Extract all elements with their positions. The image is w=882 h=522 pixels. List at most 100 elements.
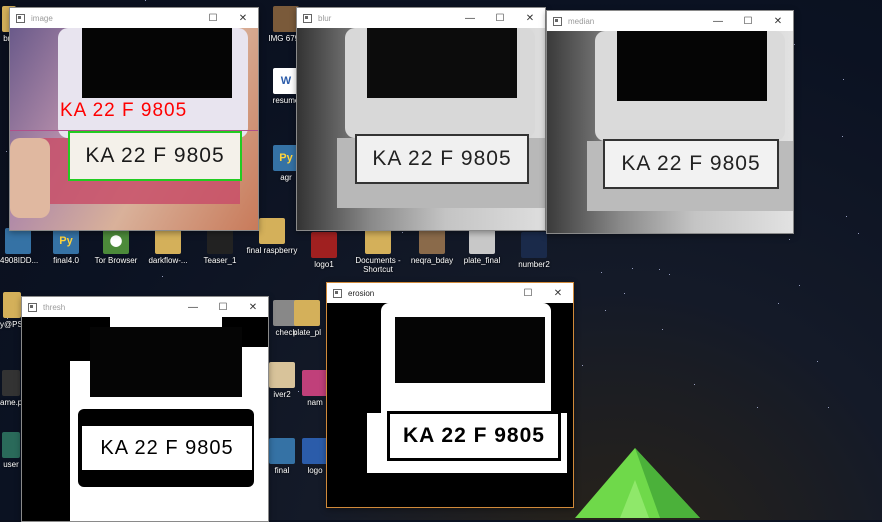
window-median[interactable]: median — ☐ ✕ KA 22 F 9805 <box>546 10 794 234</box>
desktop-icon-user[interactable]: user <box>0 432 22 469</box>
desktop-icon-neqra[interactable]: neqra_bday <box>404 228 460 265</box>
image-file-icon <box>469 228 495 254</box>
monitor-screen <box>617 31 767 101</box>
window-title: image <box>31 13 53 23</box>
close-button[interactable]: ✕ <box>543 283 573 303</box>
image-canvas: KA 22 F 9805 KA 22 F 9805 <box>10 28 258 230</box>
desktop-icon-documents[interactable]: Documents - Shortcut <box>350 228 406 274</box>
star <box>817 361 819 363</box>
window-erosion[interactable]: erosion ☐ ✕ KA 22 F 9805 <box>326 282 574 508</box>
desktop-icon-tor[interactable]: ⬤ Tor Browser <box>88 228 144 265</box>
plate-with-box: KA 22 F 9805 <box>68 131 242 181</box>
plate-eroded: KA 22 F 9805 <box>387 411 561 461</box>
maximize-button[interactable]: ☐ <box>208 297 238 317</box>
window-image-titlebar[interactable]: image ☐ ✕ <box>10 8 258 28</box>
folder-icon <box>3 292 21 318</box>
desktop-icon-plate-final[interactable]: plate_final <box>454 228 510 265</box>
python-file-icon <box>269 438 295 464</box>
desktop-icon-final40[interactable]: Py final4.0 <box>38 228 94 265</box>
window-thresh-titlebar[interactable]: thresh — ☐ ✕ <box>22 297 268 317</box>
desktop-icon-plate[interactable]: plate_pl <box>282 300 332 337</box>
app-icon <box>2 370 20 396</box>
desktop-icon-teaser[interactable]: Teaser_1 <box>192 228 248 265</box>
close-button[interactable]: ✕ <box>238 297 268 317</box>
maximize-button[interactable]: ☐ <box>733 11 763 31</box>
star <box>846 216 848 218</box>
maximize-button[interactable]: ☐ <box>513 283 543 303</box>
image-file-icon <box>302 370 328 396</box>
window-blur[interactable]: blur — ☐ ✕ KA 22 F 9805 <box>296 7 546 231</box>
maximize-button[interactable]: ☐ <box>485 8 515 28</box>
window-app-icon <box>303 13 312 23</box>
folder-icon <box>294 300 320 326</box>
star <box>842 136 844 138</box>
folder-shortcut-icon <box>365 228 391 254</box>
window-app-icon <box>16 13 25 23</box>
maximize-button[interactable]: ☐ <box>198 8 228 28</box>
star <box>632 268 634 270</box>
monitor-screen <box>395 317 545 383</box>
monitor-screen <box>367 28 517 98</box>
user-icon <box>2 432 20 458</box>
window-image[interactable]: image ☐ ✕ KA 22 F 9805 KA 22 F 9805 <box>9 7 259 231</box>
star <box>778 303 780 305</box>
window-thresh[interactable]: thresh — ☐ ✕ KA 22 F 9805 <box>21 296 269 522</box>
blur-canvas: KA 22 F 9805 <box>297 28 545 230</box>
image-file-icon <box>521 232 547 258</box>
star <box>662 328 664 330</box>
star <box>694 384 696 386</box>
python-file-icon <box>5 228 31 254</box>
window-erosion-titlebar[interactable]: erosion ☐ ✕ <box>327 283 573 303</box>
desktop-icon-ame[interactable]: ame.p <box>0 370 22 407</box>
python-file-icon: Py <box>53 228 79 254</box>
wallpaper-tent <box>575 448 700 518</box>
star <box>582 365 584 367</box>
window-app-icon <box>553 16 562 26</box>
plate-blurred: KA 22 F 9805 <box>355 134 529 184</box>
hand-shape <box>10 138 50 218</box>
image-file-icon <box>269 362 295 388</box>
pdf-file-icon <box>302 438 328 464</box>
star <box>659 268 661 270</box>
dark-region <box>22 317 70 521</box>
median-canvas: KA 22 F 9805 <box>547 31 793 233</box>
star <box>799 284 801 286</box>
window-title: blur <box>318 13 332 23</box>
star <box>623 293 625 295</box>
desktop-icon-number2[interactable]: number2 <box>506 232 562 269</box>
star <box>6 151 8 153</box>
dark-region <box>417 473 557 487</box>
window-title: median <box>568 16 595 26</box>
star <box>600 271 602 273</box>
folder-icon <box>155 228 181 254</box>
minimize-button[interactable]: — <box>455 8 485 28</box>
image-file-icon <box>311 232 337 258</box>
star <box>604 309 606 311</box>
close-button[interactable]: ✕ <box>515 8 545 28</box>
window-median-titlebar[interactable]: median — ☐ ✕ <box>547 11 793 31</box>
close-button[interactable]: ✕ <box>228 8 258 28</box>
window-blur-titlebar[interactable]: blur — ☐ ✕ <box>297 8 545 28</box>
monitor-screen <box>90 327 242 397</box>
desktop-icon-4908[interactable]: 4908IDD... <box>0 228 38 265</box>
monitor-screen <box>82 28 232 98</box>
desktop-icon-darkflow[interactable]: darkflow-... <box>140 228 196 265</box>
plate-median: KA 22 F 9805 <box>603 139 779 189</box>
window-title: erosion <box>348 288 375 298</box>
detected-plate-text: KA 22 F 9805 <box>60 100 188 121</box>
erosion-canvas: KA 22 F 9805 <box>327 303 573 507</box>
close-button[interactable]: ✕ <box>763 11 793 31</box>
minimize-button[interactable]: — <box>703 11 733 31</box>
star <box>857 233 859 235</box>
star <box>145 0 147 2</box>
image-file-icon <box>419 228 445 254</box>
window-app-icon <box>28 302 37 312</box>
plate-threshold: KA 22 F 9805 <box>80 424 254 472</box>
desktop-icon-logo1[interactable]: logo1 <box>296 232 352 269</box>
star <box>162 276 164 278</box>
window-title: thresh <box>43 302 66 312</box>
minimize-button[interactable]: — <box>178 297 208 317</box>
thresh-canvas: KA 22 F 9805 <box>22 317 268 521</box>
star <box>757 406 759 408</box>
star <box>842 79 844 81</box>
